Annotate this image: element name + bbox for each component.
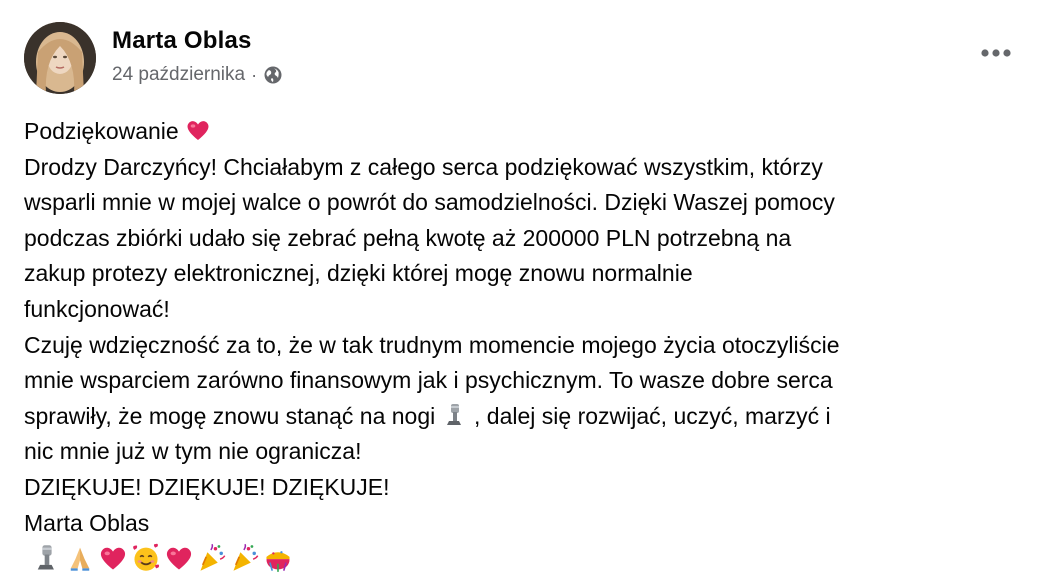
post-line: Marta Oblas — [24, 509, 150, 536]
post-line: funkcjonować! — [24, 295, 170, 322]
confetti-ball-emoji — [263, 543, 293, 573]
post-line: podczas zbiórki udało się zebrać pełną k… — [24, 224, 792, 251]
red-heart-emoji — [185, 117, 211, 143]
post-line: nic mnie już w tym nie ogranicza! — [24, 438, 362, 465]
more-options-button[interactable] — [978, 38, 1014, 68]
globe-icon[interactable] — [263, 65, 283, 85]
red-heart-emoji — [164, 543, 194, 573]
avatar[interactable] — [24, 22, 96, 94]
post-line: mnie wsparciem zarówno finansowym jak i … — [24, 367, 833, 394]
folded-hands-emoji — [65, 543, 95, 573]
facebook-post: Marta Oblas 24 października · Podziękowa… — [0, 0, 1038, 584]
mechanical-leg-emoji — [32, 543, 62, 573]
post-line: wsparli mnie w mojej walce o powrót do s… — [24, 189, 835, 216]
emoji-row — [24, 543, 1024, 573]
avatar-photo — [24, 22, 96, 94]
post-meta: 24 października · — [112, 64, 283, 86]
red-heart-emoji — [98, 543, 128, 573]
author-name[interactable]: Marta Oblas — [112, 27, 252, 55]
post-line: Czuję wdzięczność za to, że w tak trudny… — [24, 331, 840, 358]
smiling-face-with-hearts-emoji — [131, 543, 161, 573]
post-line: Podziękowanie — [24, 114, 1024, 150]
post-line: zakup protezy elektronicznej, dzięki któ… — [24, 260, 693, 287]
post-text: Podziękowanie Drodzy Darczyńcy! Chciałab… — [24, 114, 1024, 573]
post-line: sprawiły, że mogę znowu stanąć na nogi ,… — [24, 402, 831, 429]
meta-separator: · — [251, 64, 258, 85]
post-line: Drodzy Darczyńcy! Chciałabym z całego se… — [24, 153, 823, 180]
party-popper-emoji — [197, 543, 227, 573]
post-line: DZIĘKUJE! DZIĘKUJE! DZIĘKUJE! — [24, 473, 390, 500]
party-popper-emoji — [230, 543, 260, 573]
post-date[interactable]: 24 października — [112, 64, 245, 86]
more-icon — [981, 49, 1011, 57]
mechanical-leg-emoji — [442, 402, 468, 428]
